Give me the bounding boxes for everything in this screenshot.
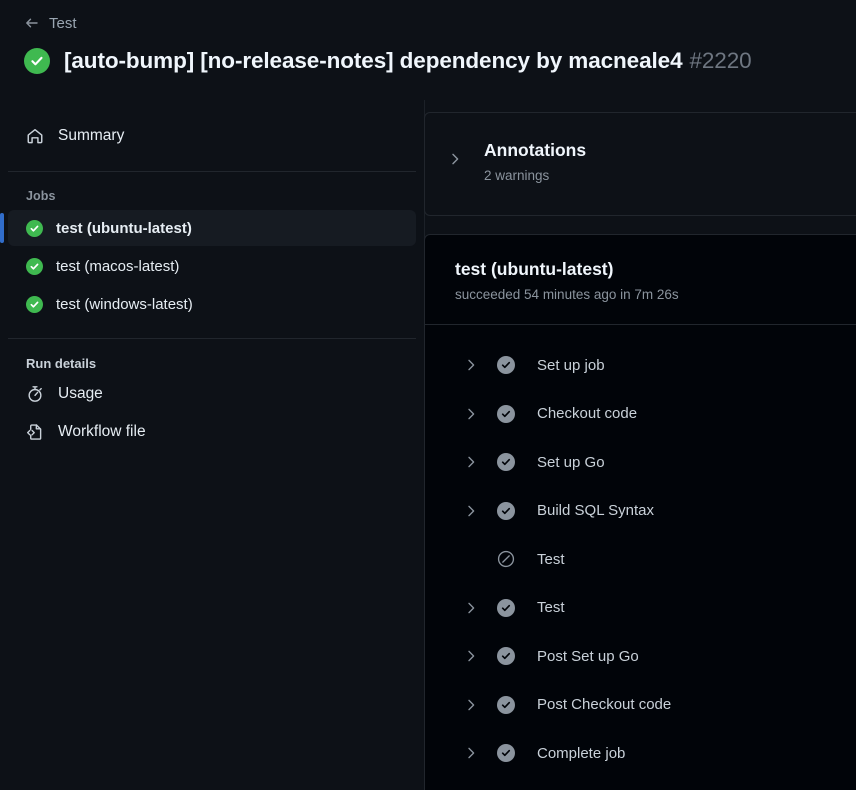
arrow-left-icon [24,15,40,31]
main-content: Annotations 2 warnings test (ubuntu-late… [424,100,856,790]
page-header: Test [auto-bump] [no-release-notes] depe… [0,0,856,74]
sidebar-item-label: Workflow file [58,423,146,440]
check-circle-success-icon [26,295,43,313]
body-split: Summary Jobs test (ubuntu-latest) test (… [0,100,856,790]
chevron-right-icon[interactable] [463,745,479,761]
step-row[interactable]: Test [425,584,856,633]
annotations-summary: 2 warnings [484,167,550,183]
sidebar-item-workflow-file[interactable]: Workflow file [0,413,424,451]
home-icon [26,127,44,145]
chevron-right-icon[interactable] [463,503,479,519]
sidebar-divider-bottom [8,338,416,339]
check-circle-icon [497,356,515,375]
chevron-right-icon[interactable] [463,454,479,470]
step-row[interactable]: Checkout code [425,390,856,439]
chevron-right-icon[interactable] [463,406,479,422]
sidebar-item-label: Usage [58,385,103,402]
step-label: Post Checkout code [537,696,672,714]
page-title: [auto-bump] [no-release-notes] dependenc… [64,48,752,74]
sidebar-section-run-details-label: Run details [26,356,97,371]
step-row: Test [425,535,856,584]
job-steps-list: Set up job Checkout code Set up Go Build… [425,325,856,790]
run-title-text: [auto-bump] [no-release-notes] dependenc… [64,48,683,73]
step-row[interactable]: Set up Go [425,438,856,487]
step-row[interactable]: Post Checkout code [425,681,856,730]
check-circle-icon [497,598,515,617]
sidebar-section-jobs-label: Jobs [26,189,56,203]
step-label: Checkout code [537,405,638,423]
step-row[interactable]: Set up job [425,341,856,390]
check-circle-success-icon [26,257,43,275]
step-label: Complete job [537,744,626,762]
annotations-title: Annotations [484,140,587,160]
chevron-right-icon[interactable] [447,151,463,167]
step-label: Build SQL Syntax [537,502,655,520]
check-circle-icon [497,647,515,666]
step-label: Post Set up Go [537,647,639,665]
job-detail-title: test (ubuntu-latest) [455,259,614,279]
step-label: Test [537,599,565,617]
check-circle-icon [497,404,515,423]
chevron-right-icon[interactable] [463,600,479,616]
step-label: Set up Go [537,453,605,471]
back-link-label: Test [49,14,77,32]
chevron-right-icon[interactable] [463,648,479,664]
step-row[interactable]: Build SQL Syntax [425,487,856,536]
sidebar-item-usage[interactable]: Usage [0,375,424,413]
stopwatch-icon [26,385,44,403]
job-detail-header: test (ubuntu-latest) succeeded 54 minute… [425,235,856,325]
sidebar-job-test-ubuntu-latest[interactable]: test (ubuntu-latest) [0,210,416,246]
annotations-panel[interactable]: Annotations 2 warnings [424,112,856,216]
back-to-workflow-link[interactable]: Test [24,12,77,34]
sidebar-job-test-windows-latest[interactable]: test (windows-latest) [8,286,416,322]
sidebar-divider-top [8,171,416,172]
skip-icon [497,550,515,568]
step-row[interactable]: Post Set up Go [425,632,856,681]
step-label: Set up job [537,356,605,374]
step-row[interactable]: Complete job [425,729,856,778]
file-code-icon [26,423,44,441]
step-label: Test [537,550,565,568]
chevron-right-icon[interactable] [463,697,479,713]
check-circle-success-icon [26,219,43,237]
sidebar-job-label: test (macos-latest) [56,257,180,275]
sidebar-item-label: Summary [58,127,125,144]
workflow-run-page: Test [auto-bump] [no-release-notes] depe… [0,0,856,790]
job-status-line: succeeded 54 minutes ago in 7m 26s [455,287,679,302]
sidebar-item-summary[interactable]: Summary [0,117,424,155]
sidebar: Summary Jobs test (ubuntu-latest) test (… [0,100,424,790]
run-number: #2220 [689,48,752,73]
job-detail-panel: test (ubuntu-latest) succeeded 54 minute… [424,234,856,790]
sidebar-job-label: test (ubuntu-latest) [56,219,192,237]
sidebar-job-test-macos-latest[interactable]: test (macos-latest) [8,248,416,284]
check-circle-success-icon [24,48,50,74]
check-circle-icon [497,695,515,714]
sidebar-job-label: test (windows-latest) [56,295,193,313]
annotations-text-group: Annotations 2 warnings [484,139,586,183]
check-circle-icon [497,453,515,472]
check-circle-icon [497,501,515,520]
check-circle-icon [497,744,515,763]
run-title-row: [auto-bump] [no-release-notes] dependenc… [24,48,856,74]
chevron-right-icon[interactable] [463,357,479,373]
